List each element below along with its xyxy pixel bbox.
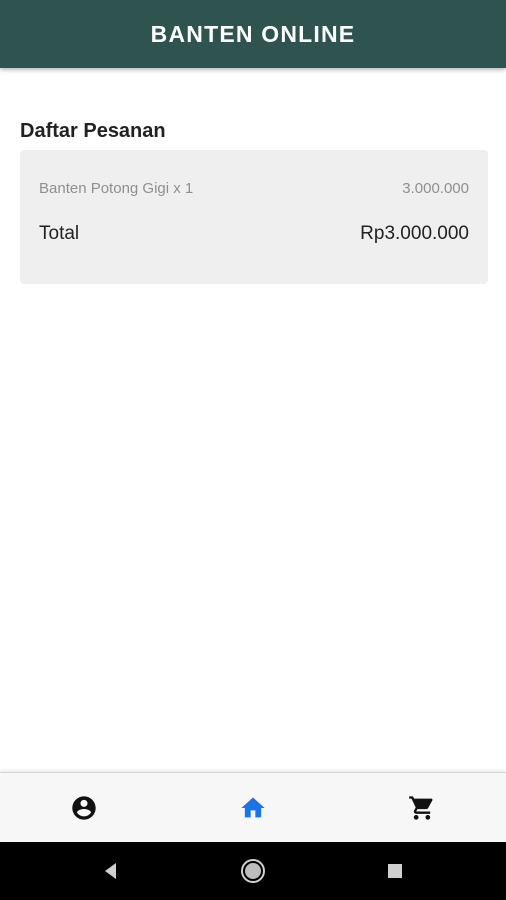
- app-title: BANTEN ONLINE: [150, 20, 356, 47]
- nav-item-account[interactable]: [0, 773, 169, 843]
- nav-item-cart[interactable]: [337, 773, 506, 843]
- order-total-label: Total: [39, 223, 80, 244]
- system-recents-button[interactable]: [375, 851, 415, 891]
- back-triangle-icon: [105, 863, 116, 879]
- account-circle-icon: [72, 796, 96, 820]
- order-summary-card: Banten Potong Gigi x 1 3.000.000 Total R…: [20, 150, 488, 284]
- order-item-label: Banten Potong Gigi x 1: [39, 180, 194, 197]
- system-back-button[interactable]: [91, 851, 131, 891]
- home-circle-icon: [241, 859, 265, 883]
- recents-square-icon: [388, 864, 402, 878]
- order-item-price: 3.000.000: [402, 180, 469, 197]
- page-title: Daftar Pesanan: [20, 119, 166, 142]
- order-item-row: Banten Potong Gigi x 1 3.000.000: [39, 180, 469, 197]
- system-home-button[interactable]: [233, 851, 273, 891]
- order-total-row: Total Rp3.000.000: [39, 223, 469, 245]
- home-icon: [241, 797, 265, 818]
- shopping-cart-icon: [408, 796, 433, 820]
- app-bar: BANTEN ONLINE: [0, 0, 506, 68]
- bottom-navigation: [0, 772, 506, 843]
- order-total-value: Rp3.000.000: [360, 223, 469, 244]
- system-navigation-bar: [0, 842, 506, 900]
- nav-item-home[interactable]: [169, 773, 338, 843]
